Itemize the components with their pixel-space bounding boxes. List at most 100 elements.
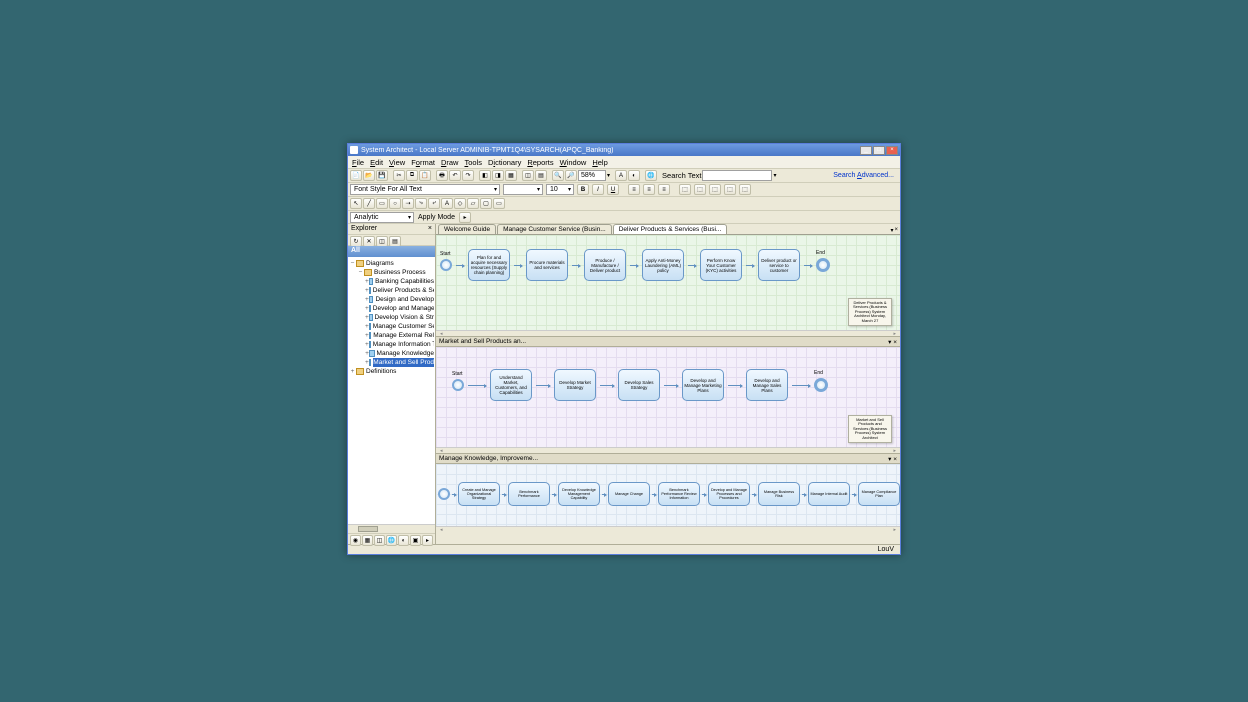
align-right-icon[interactable]: ≡	[658, 184, 670, 195]
zoom-input[interactable]	[578, 170, 606, 181]
open-icon[interactable]: 📂	[363, 170, 375, 181]
tool-icon[interactable]: ◧	[479, 170, 491, 181]
zoom-in-icon[interactable]: 🔍	[552, 170, 564, 181]
menu-window[interactable]: Window	[560, 158, 587, 167]
menu-reports[interactable]: Reports	[527, 158, 553, 167]
underline-icon[interactable]: U	[607, 184, 619, 195]
shape-icon[interactable]: ▱	[467, 198, 479, 209]
process-box[interactable]: Deliver product or service to customer	[758, 249, 800, 281]
process-box[interactable]: Perform Know Your Customer (KYC) activit…	[700, 249, 742, 281]
start-node[interactable]	[440, 259, 452, 271]
pane-close-icon[interactable]: ×	[894, 227, 898, 234]
tool-icon[interactable]: ◫	[522, 170, 534, 181]
shape-icon[interactable]: ▭	[493, 198, 505, 209]
process-box[interactable]: Manage Internal Audit	[808, 482, 850, 506]
process-box[interactable]: Develop Knowledge Management Capability	[558, 482, 600, 506]
connector-icon[interactable]: ⤶	[428, 198, 440, 209]
process-box[interactable]: Understand Market, Customers, and Capabi…	[490, 369, 532, 401]
tab-manage-customer[interactable]: Manage Customer Service (Busin...	[497, 224, 612, 234]
undo-icon[interactable]: ↶	[449, 170, 461, 181]
all-tab[interactable]: All	[348, 246, 435, 257]
tree-view[interactable]: −Diagrams −Business Process +Banking Cap…	[348, 257, 435, 524]
pane-close-icon[interactable]: ×	[893, 339, 897, 346]
menu-view[interactable]: View	[389, 158, 405, 167]
tool-icon[interactable]: ▦	[362, 535, 373, 546]
process-box[interactable]: Develop and Manage Marketing Plans	[682, 369, 724, 401]
menu-dictionary[interactable]: Dictionary	[488, 158, 521, 167]
tree-item[interactable]: +Deliver Products & Se	[349, 286, 434, 295]
line-icon[interactable]: ╱	[363, 198, 375, 209]
process-box[interactable]: Manage Business Risk	[758, 482, 800, 506]
process-box[interactable]: Manage Compliance Plan	[858, 482, 900, 506]
title-bar[interactable]: System Architect - Local Server ADMINIB-…	[348, 144, 900, 156]
tab-welcome[interactable]: Welcome Guide	[438, 224, 496, 234]
align-center-icon[interactable]: ≡	[643, 184, 655, 195]
tree-item[interactable]: −Business Process	[349, 268, 434, 277]
pane-dropdown-icon[interactable]: ▾	[888, 339, 891, 346]
connector-icon[interactable]: ⇢	[402, 198, 414, 209]
tree-item[interactable]: +Manage External Rel	[349, 331, 434, 340]
italic-icon[interactable]: I	[592, 184, 604, 195]
tool-icon[interactable]: ◐	[628, 170, 640, 181]
tool-icon[interactable]: ⬚	[739, 184, 751, 195]
tree-item[interactable]: +Definitions	[349, 367, 434, 376]
tool-icon[interactable]: ⬚	[694, 184, 706, 195]
tool-icon[interactable]: ▸	[422, 535, 433, 546]
pointer-icon[interactable]: ↖	[350, 198, 362, 209]
menu-help[interactable]: Help	[592, 158, 607, 167]
font-name-combo[interactable]	[503, 184, 543, 195]
menu-draw[interactable]: Draw	[441, 158, 459, 167]
tool-icon[interactable]: ⬚	[709, 184, 721, 195]
bold-icon[interactable]: B	[577, 184, 589, 195]
globe-icon[interactable]: 🌐	[645, 170, 657, 181]
end-node[interactable]	[814, 378, 828, 392]
zoom-out-icon[interactable]: 🔎	[565, 170, 577, 181]
tree-item[interactable]: +Banking Capabilities	[349, 277, 434, 286]
menu-tools[interactable]: Tools	[464, 158, 482, 167]
rect-icon[interactable]: ▭	[376, 198, 388, 209]
diagram-canvas-1[interactable]: Start Plan for and acquire necessary res…	[436, 235, 900, 330]
process-box[interactable]: Procure materials and services	[526, 249, 568, 281]
tree-item[interactable]: +Develop and Manage	[349, 304, 434, 313]
tool-icon[interactable]: ⬚	[679, 184, 691, 195]
process-box[interactable]: Apply Anti-Money Laundering (AML) policy	[642, 249, 684, 281]
tree-item[interactable]: +Design and Develop	[349, 295, 434, 304]
font-style-combo[interactable]: Font Style For All Text	[350, 184, 500, 195]
close-button[interactable]: ×	[886, 146, 898, 155]
copy-icon[interactable]: ⧉	[406, 170, 418, 181]
tool-icon[interactable]: ⬚	[724, 184, 736, 195]
menu-format[interactable]: Format	[411, 158, 435, 167]
process-box[interactable]: Develop Market Strategy	[554, 369, 596, 401]
save-icon[interactable]: 💾	[376, 170, 388, 181]
start-node[interactable]	[438, 488, 450, 500]
explorer-close-icon[interactable]: ×	[428, 225, 432, 233]
cut-icon[interactable]: ✂	[393, 170, 405, 181]
tool-icon[interactable]: 🌐	[386, 535, 397, 546]
menu-edit[interactable]: Edit	[370, 158, 383, 167]
shape-icon[interactable]: ▢	[480, 198, 492, 209]
circle-icon[interactable]: ○	[389, 198, 401, 209]
start-node[interactable]	[452, 379, 464, 391]
process-box[interactable]: Create and Manage Organizational Strateg…	[458, 482, 500, 506]
explorer-scrollbar[interactable]	[348, 524, 435, 533]
process-box[interactable]: Develop and Manage Sales Plans	[746, 369, 788, 401]
tree-item[interactable]: −Diagrams	[349, 259, 434, 268]
redo-icon[interactable]: ↷	[462, 170, 474, 181]
search-dropdown-icon[interactable]: ▾	[773, 172, 776, 179]
tool-icon[interactable]: ◉	[350, 535, 361, 546]
shape-icon[interactable]: ◇	[454, 198, 466, 209]
tree-item[interactable]: +Manage Customer Se	[349, 322, 434, 331]
menu-file[interactable]: File	[352, 158, 364, 167]
tree-item[interactable]: +Market and Sell Prod	[349, 358, 434, 367]
align-left-icon[interactable]: ≡	[628, 184, 640, 195]
tree-item[interactable]: +Manage Information T	[349, 340, 434, 349]
tool-icon[interactable]: ▤	[535, 170, 547, 181]
font-size-combo[interactable]: 10	[546, 184, 574, 195]
tool-icon[interactable]: ◫	[374, 535, 385, 546]
print-icon[interactable]: 🖶	[436, 170, 448, 181]
apply-icon[interactable]: ▸	[459, 212, 471, 223]
pane-dropdown-icon[interactable]: ▾	[888, 456, 891, 463]
tool-icon[interactable]: ▣	[410, 535, 421, 546]
maximize-button[interactable]: □	[873, 146, 885, 155]
tool-icon[interactable]: ◨	[492, 170, 504, 181]
